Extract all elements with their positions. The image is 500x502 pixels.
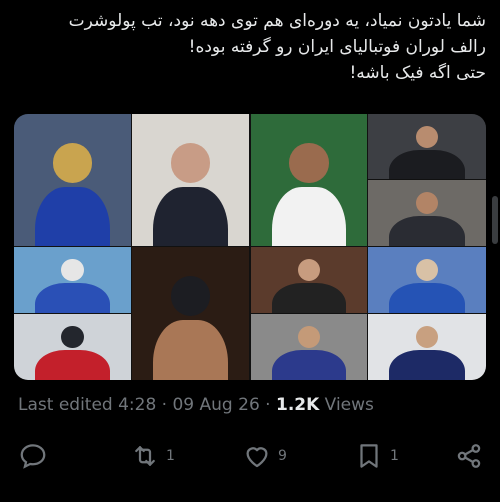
photo-tile[interactable] — [251, 114, 367, 246]
scrollbar-thumb[interactable] — [492, 196, 498, 244]
photo-figure-body — [389, 216, 465, 246]
photo-tile[interactable] — [14, 314, 131, 380]
photo-tile[interactable] — [368, 180, 486, 246]
photo-figure-head — [415, 258, 439, 282]
photo-figure-body — [35, 350, 110, 380]
like-count: 9 — [278, 448, 287, 464]
photo-figure-body — [153, 320, 228, 380]
photo-figure-body — [271, 186, 347, 246]
photo-tile[interactable] — [132, 247, 249, 380]
photo-figure-head — [170, 142, 211, 183]
photo-figure-head — [61, 325, 84, 349]
photo-figure-body — [35, 186, 110, 246]
photo-figure-head — [61, 258, 84, 282]
photo-tile[interactable] — [251, 247, 367, 313]
reply-icon — [18, 441, 48, 471]
photo-figure-head — [297, 258, 321, 282]
photo-figure-body — [389, 283, 465, 313]
photo-figure-head — [289, 143, 329, 183]
tweet-text: شما یادتون نمیاد، یه دوره‌ای هم توی دهه … — [14, 8, 486, 86]
views-label: Views — [319, 395, 374, 415]
photo-figure-body — [153, 186, 228, 246]
tweet-line-3: حتی اگه فیک باشه! — [349, 63, 486, 83]
like-button[interactable]: 9 — [242, 440, 287, 472]
views-count: 1.2K — [275, 395, 320, 415]
media-grid[interactable] — [14, 114, 486, 380]
photo-figure-body — [35, 283, 110, 313]
bookmark-icon — [354, 441, 384, 471]
photo-figure-head — [415, 191, 439, 215]
share-button[interactable] — [454, 440, 484, 472]
photo-figure-head — [52, 142, 93, 183]
action-bar: 1 9 1 — [18, 440, 484, 472]
tweet-meta: Last edited 4:28 · 09 Aug 26 · 1.2K View… — [18, 395, 374, 415]
photo-figure-body — [271, 350, 347, 380]
photo-tile[interactable] — [132, 114, 249, 246]
photo-tile[interactable] — [368, 114, 486, 179]
tweet-line-2: رالف لوران فوتبالیای ایران رو گرفته بوده… — [188, 37, 486, 57]
photo-figure-body — [389, 149, 465, 179]
retweet-icon — [130, 441, 160, 471]
share-icon — [454, 441, 484, 471]
heart-icon — [242, 441, 272, 471]
bookmark-button[interactable]: 1 — [354, 440, 399, 472]
tweet-line-1: شما یادتون نمیاد، یه دوره‌ای هم توی دهه … — [68, 11, 486, 31]
photo-figure-head — [170, 276, 211, 317]
retweet-button[interactable]: 1 — [130, 440, 175, 472]
photo-figure-body — [271, 283, 347, 313]
retweet-count: 1 — [166, 448, 175, 464]
edited-timestamp[interactable]: Last edited 4:28 · 09 Aug 26 · — [18, 395, 276, 415]
photo-figure-body — [389, 350, 465, 380]
photo-tile[interactable] — [368, 247, 486, 313]
photo-tile[interactable] — [368, 314, 486, 380]
reply-button[interactable] — [18, 440, 48, 472]
bookmark-count: 1 — [390, 448, 399, 464]
photo-tile[interactable] — [251, 314, 367, 380]
photo-tile[interactable] — [14, 247, 131, 313]
photo-tile[interactable] — [14, 114, 131, 246]
photo-figure-head — [415, 325, 439, 349]
photo-figure-head — [297, 325, 321, 349]
photo-figure-head — [415, 125, 439, 148]
